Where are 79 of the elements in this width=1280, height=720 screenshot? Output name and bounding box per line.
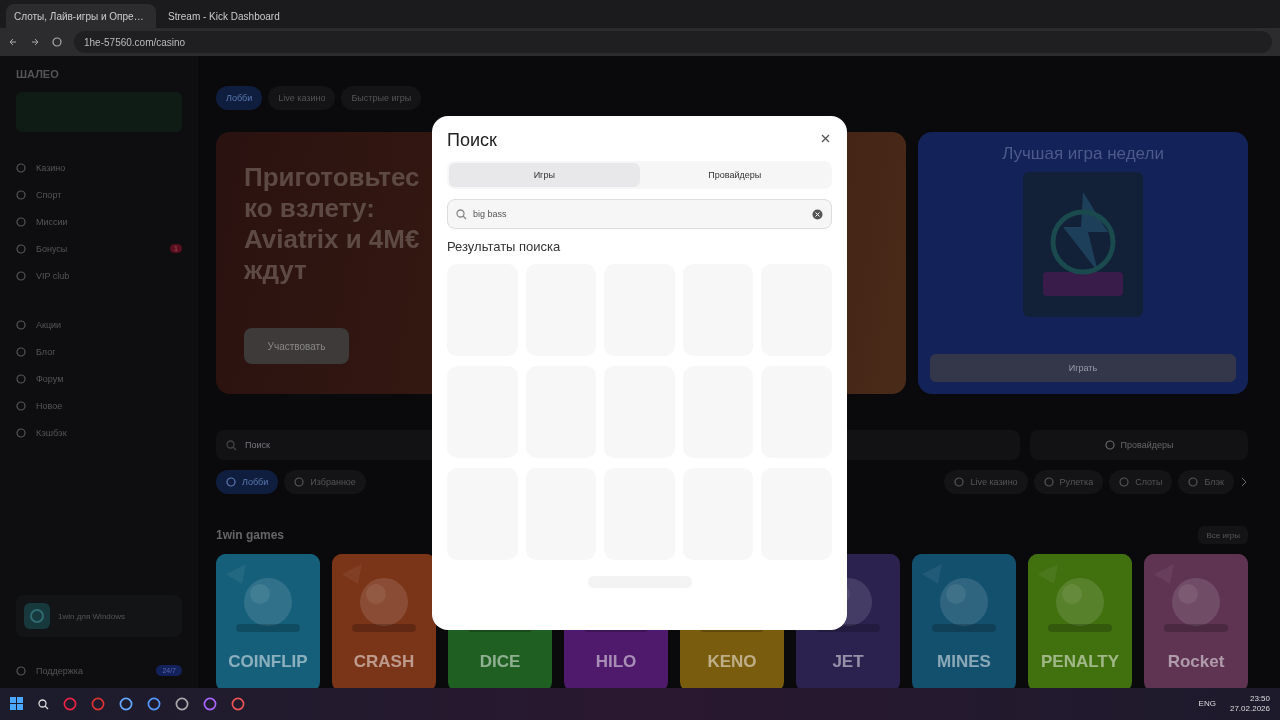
nav-icon [16,189,26,200]
category-icon [1043,477,1054,487]
nav-icon [16,373,26,384]
category-icon [1188,477,1199,487]
chevron-right-icon[interactable] [1240,477,1248,487]
category-icon [226,477,236,487]
taskbar-app-icon[interactable] [231,697,245,711]
taskbar-app-icon[interactable] [175,697,189,711]
browser-tab[interactable]: Слоты, Лайв-игры и Опре… [6,4,156,28]
app-icon [24,603,50,629]
category-tab[interactable]: Лобби [216,470,279,494]
nav-icon [16,346,26,357]
search-tab[interactable]: Провайдеры [639,163,830,187]
windows-start-icon[interactable] [10,697,24,711]
forward-icon[interactable] [30,37,40,47]
category-icon [1119,477,1130,487]
sidebar-item[interactable]: Миссии [16,212,182,231]
category-icon [294,477,305,487]
nav-icon [16,162,26,173]
sidebar-item[interactable]: Блог [16,342,182,361]
nav-icon [16,216,26,227]
language-indicator[interactable]: ENG [1198,699,1216,709]
brand-name: ШАЛЕО [16,68,60,80]
game-title: DICE [479,652,521,672]
taskbar-app-icon[interactable] [147,697,161,711]
search-icon [456,208,467,220]
dialog-title: Поиск [447,130,497,151]
taskbar-app-icon[interactable] [203,697,217,711]
category-icon [954,477,965,487]
clock-date: 27.02.2026 [1229,704,1270,714]
game-title: KENO [707,652,757,672]
search-icon [38,698,49,710]
sidebar-item[interactable]: Акции [16,315,182,334]
reload-icon[interactable] [52,37,62,47]
top-tab[interactable]: Live казино [268,86,336,110]
browser-tab[interactable]: Stream - Kick Dashboard [160,4,310,28]
card-title: Лучшая игра недели [1002,144,1164,164]
app-title: 1win для Windows [58,611,126,621]
sidebar-item[interactable]: Спорт [16,185,182,204]
sidebar-item[interactable]: Казино [16,158,182,177]
sidebar-item[interactable]: Кэшбэк [16,423,182,442]
game-title: PENALTY [1040,652,1120,672]
nav-icon [16,427,26,438]
top-tab[interactable]: Быстрые игры [341,86,422,110]
results-title: Результаты поиска [447,239,562,254]
category-tab[interactable]: Рулетка [1033,470,1104,494]
game-title: COINFLIP [228,652,308,672]
taskbar-app-icon[interactable] [91,697,105,711]
game-title: MINES [937,652,991,672]
game-of-week-card[interactable]: Лучшая игра недели Играть [918,132,1248,394]
game-title: CRASH [353,652,415,672]
category-tab[interactable]: Избранное [284,470,366,494]
play-button[interactable]: Играть [930,354,1236,382]
clock-time: 23:50 [1248,694,1270,704]
search-icon [226,439,237,451]
participate-button[interactable]: Участвовать [244,328,349,364]
providers-button[interactable]: Провайдеры [1030,430,1248,460]
banner-title: Приготовьтес [244,162,420,193]
app-download-card[interactable]: 1win для Windows [16,595,182,637]
taskbar-app-icon[interactable] [119,697,133,711]
sidebar-item[interactable]: VIP club [16,266,182,285]
category-tab[interactable]: Live казино [944,470,1028,494]
game-title: HILO [595,652,637,672]
game-title: JET [832,652,864,672]
nav-icon [16,400,26,411]
sidebar-item[interactable]: Форум [16,369,182,388]
address-bar[interactable]: 1he-57560.com/casino [74,31,1272,53]
game-title: Rocket [1167,652,1225,672]
search-tab[interactable]: Игры [449,163,640,187]
search-field[interactable]: big bass [447,199,832,229]
section-title: 1win games [216,528,285,542]
clear-icon[interactable] [812,208,823,220]
taskbar-app-icon[interactable] [63,697,77,711]
sidebar-item[interactable]: Новое [16,396,182,415]
nav-icon [16,243,26,254]
nav-icon [16,319,26,330]
back-icon[interactable] [8,37,18,47]
top-tab[interactable]: Лобби [216,86,263,110]
nav-icon [16,270,26,281]
